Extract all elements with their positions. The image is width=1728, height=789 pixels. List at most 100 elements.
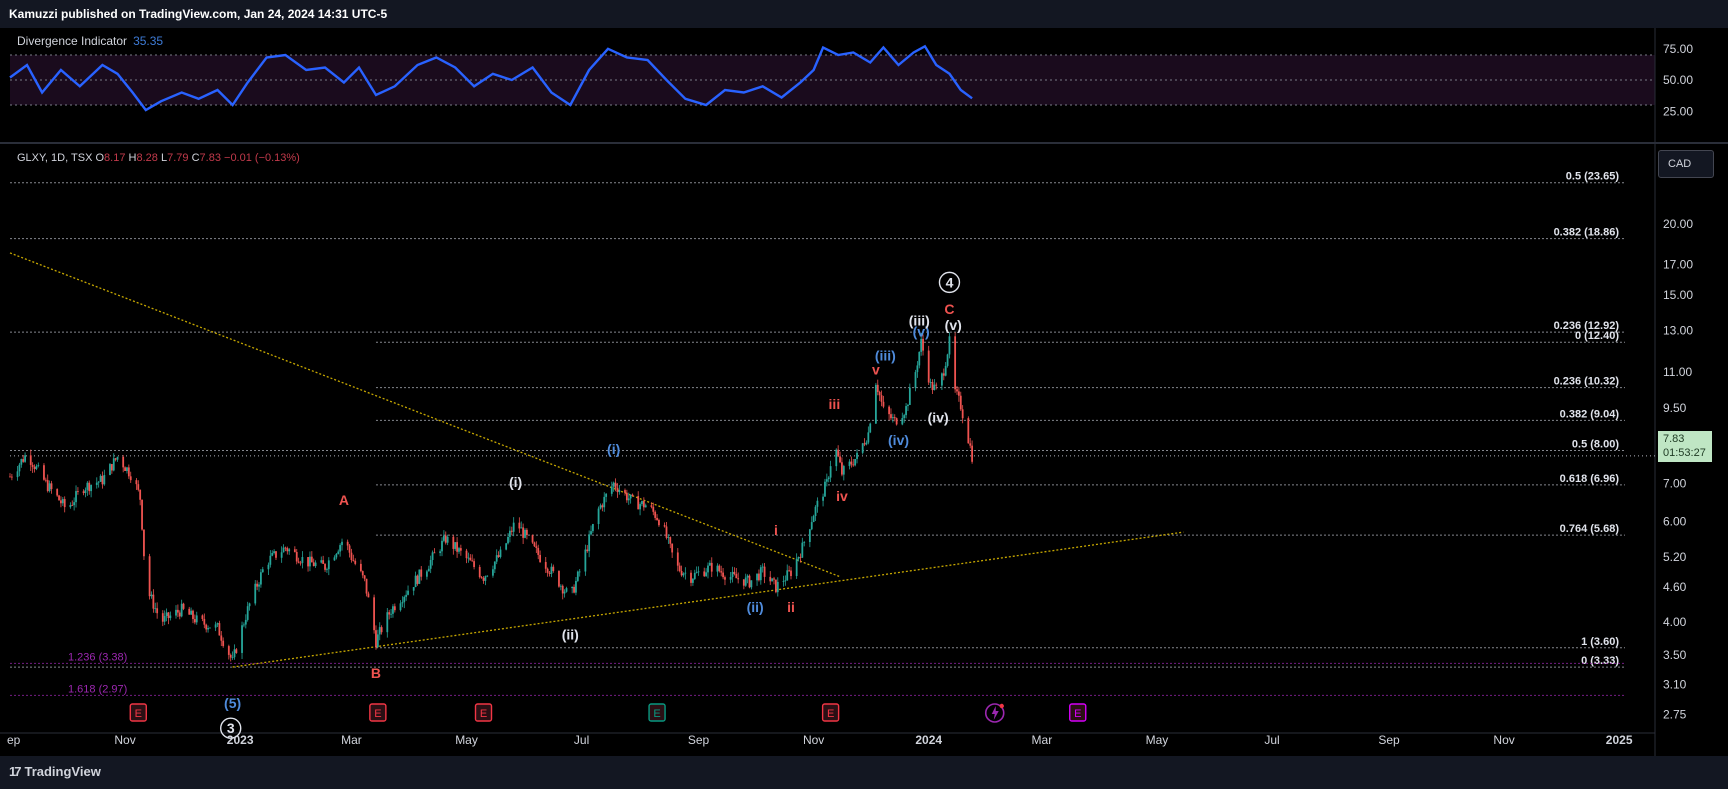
candle[interactable]: [895, 417, 898, 426]
earnings-marker[interactable]: E: [129, 703, 147, 722]
candle[interactable]: [29, 449, 32, 472]
candle[interactable]: [546, 567, 549, 577]
candle[interactable]: [680, 565, 683, 577]
candle[interactable]: [390, 608, 392, 619]
candle[interactable]: [850, 456, 853, 468]
candle[interactable]: [301, 551, 304, 569]
earnings-marker[interactable]: E: [821, 703, 840, 722]
candle[interactable]: [354, 558, 357, 566]
wave-label[interactable]: 4: [946, 274, 954, 290]
candle[interactable]: [876, 379, 879, 396]
candle[interactable]: [248, 602, 251, 611]
candle[interactable]: [337, 549, 340, 555]
candle[interactable]: [544, 557, 547, 573]
candle[interactable]: [697, 566, 700, 576]
wave-label[interactable]: (i): [607, 441, 620, 457]
wave-label[interactable]: B: [371, 665, 381, 681]
candle[interactable]: [378, 622, 381, 641]
wave-label[interactable]: iv: [836, 488, 848, 504]
candle[interactable]: [784, 575, 787, 586]
candle[interactable]: [33, 464, 36, 473]
candle[interactable]: [735, 567, 738, 579]
candle[interactable]: [667, 534, 670, 544]
candle[interactable]: [967, 416, 970, 444]
candle[interactable]: [537, 544, 540, 560]
candle[interactable]: [901, 412, 904, 426]
candle[interactable]: [335, 552, 338, 560]
candle[interactable]: [152, 589, 155, 613]
candle[interactable]: [416, 574, 419, 586]
candle[interactable]: [641, 500, 643, 507]
candle[interactable]: [644, 503, 647, 508]
candle[interactable]: [324, 563, 326, 572]
trendline[interactable]: [9, 252, 841, 578]
candle[interactable]: [788, 565, 791, 572]
candle[interactable]: [801, 537, 804, 559]
candle[interactable]: [458, 546, 460, 554]
candle[interactable]: [143, 529, 145, 560]
candle[interactable]: [676, 548, 679, 572]
candle[interactable]: [218, 620, 221, 636]
candle[interactable]: [24, 452, 26, 463]
candle[interactable]: [520, 521, 523, 529]
candle[interactable]: [810, 516, 813, 531]
candle[interactable]: [824, 478, 826, 497]
candle[interactable]: [480, 575, 483, 579]
candle[interactable]: [88, 480, 91, 495]
candle[interactable]: [856, 449, 858, 464]
candle[interactable]: [439, 549, 442, 557]
candle[interactable]: [412, 587, 415, 596]
candle[interactable]: [854, 458, 857, 467]
candle[interactable]: [690, 570, 692, 587]
candle[interactable]: [890, 408, 892, 421]
candle[interactable]: [548, 570, 551, 577]
candle[interactable]: [127, 464, 130, 479]
candle[interactable]: [576, 570, 579, 583]
candle[interactable]: [773, 576, 775, 585]
candle[interactable]: [154, 602, 157, 613]
candle[interactable]: [763, 563, 766, 584]
candle[interactable]: [861, 442, 864, 455]
candle[interactable]: [786, 564, 789, 581]
candle[interactable]: [954, 332, 957, 393]
candle[interactable]: [233, 644, 236, 660]
candle[interactable]: [333, 555, 336, 561]
candle[interactable]: [37, 462, 40, 468]
candle[interactable]: [399, 600, 402, 612]
wave-label[interactable]: (iv): [888, 432, 909, 448]
candle[interactable]: [654, 510, 657, 521]
candle[interactable]: [56, 488, 59, 497]
candle[interactable]: [957, 386, 960, 402]
candle[interactable]: [286, 546, 289, 555]
candle[interactable]: [135, 478, 138, 490]
candle[interactable]: [493, 561, 496, 573]
candle[interactable]: [310, 551, 313, 563]
candle[interactable]: [235, 648, 238, 654]
candle[interactable]: [243, 622, 245, 628]
candle[interactable]: [231, 651, 234, 660]
candle[interactable]: [220, 631, 223, 647]
candle[interactable]: [188, 606, 191, 615]
candle[interactable]: [933, 379, 936, 391]
candle[interactable]: [561, 584, 564, 600]
wave-label[interactable]: (5): [224, 695, 241, 711]
candle[interactable]: [748, 574, 751, 589]
candle[interactable]: [518, 517, 521, 533]
candle[interactable]: [176, 604, 179, 618]
candle[interactable]: [874, 382, 877, 424]
candle[interactable]: [869, 422, 872, 434]
candle[interactable]: [592, 523, 594, 534]
candle[interactable]: [273, 549, 276, 555]
candle[interactable]: [163, 610, 166, 626]
candle[interactable]: [663, 522, 666, 528]
candle[interactable]: [314, 560, 317, 568]
candle[interactable]: [393, 603, 396, 613]
candle[interactable]: [610, 481, 613, 497]
candle[interactable]: [452, 534, 455, 555]
candle[interactable]: [465, 548, 468, 564]
candle[interactable]: [841, 457, 843, 477]
candle[interactable]: [261, 566, 264, 573]
candle[interactable]: [77, 487, 79, 495]
candle[interactable]: [708, 560, 711, 566]
candle[interactable]: [812, 514, 815, 523]
